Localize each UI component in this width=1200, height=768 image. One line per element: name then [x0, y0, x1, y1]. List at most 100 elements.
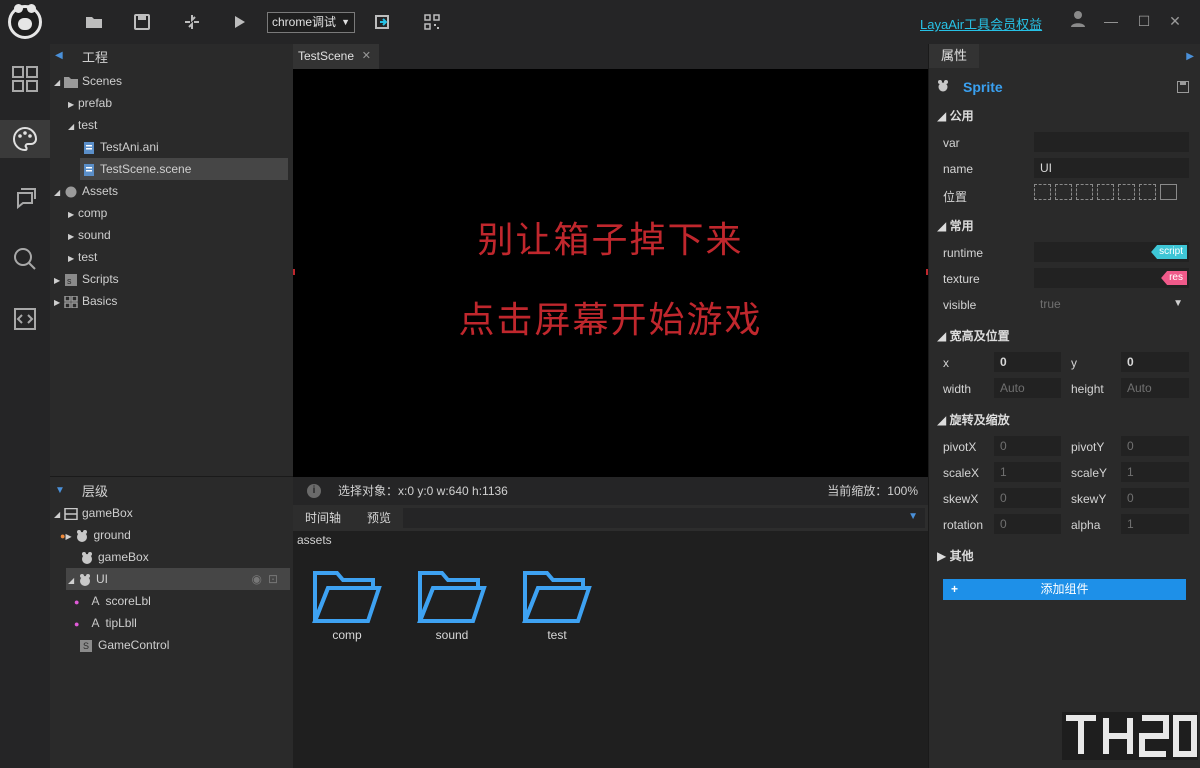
scene-canvas[interactable]: 别让箱子掉下来 点击屏幕开始游戏: [293, 69, 928, 477]
save-button[interactable]: [132, 12, 152, 32]
tab-testscene[interactable]: TestScene ✕: [293, 44, 379, 69]
prop-pivoty-input[interactable]: 0: [1121, 436, 1189, 456]
prop-var-input[interactable]: [1034, 132, 1189, 152]
watermark-logo: [1062, 712, 1198, 760]
prop-x-input[interactable]: 0: [994, 352, 1061, 372]
dot-icon: ●: [74, 619, 80, 629]
rail-search-button[interactable]: [0, 240, 50, 278]
rail-grid-button[interactable]: [0, 60, 50, 98]
prop-rotation-input[interactable]: 0: [994, 514, 1061, 534]
section-other[interactable]: ▶ 其他: [937, 547, 974, 564]
align-left-icon[interactable]: [1034, 184, 1051, 200]
code-icon: [14, 308, 36, 330]
tab-timeline[interactable]: 时间轴: [305, 505, 341, 531]
qrcode-icon: [424, 14, 440, 30]
dropdown-icon[interactable]: ▼: [908, 511, 918, 522]
activity-rail: [0, 44, 50, 768]
prop-pivotx-input[interactable]: 0: [994, 436, 1061, 456]
plus-icon: +: [951, 582, 959, 596]
align-top-icon[interactable]: [1097, 184, 1114, 200]
folder-sound[interactable]: sound: [416, 569, 488, 642]
tree-item-scripts[interactable]: ▶ s Scripts: [54, 268, 119, 290]
bottom-filter-input[interactable]: [403, 508, 925, 528]
prop-rotation-label: rotation: [943, 518, 984, 532]
tree-item-test-assets[interactable]: ▶ test: [68, 246, 97, 268]
play-button[interactable]: [230, 12, 250, 32]
layer-item-ui[interactable]: ◢ UI ◉ ⊡: [66, 568, 290, 590]
tree-item-scenes[interactable]: ◢ Scenes: [54, 70, 122, 92]
user-button[interactable]: [1068, 11, 1088, 31]
section-size-position[interactable]: ◢ 宽高及位置: [937, 327, 1010, 344]
section-transform[interactable]: ◢ 旋转及缩放: [937, 411, 1010, 428]
align-middle-icon[interactable]: [1118, 184, 1135, 200]
chat-icon: [17, 188, 36, 210]
prop-pivoty-label: pivotY: [1071, 440, 1105, 454]
refresh-button[interactable]: [182, 12, 202, 32]
tree-item-basics[interactable]: ▶ Basics: [54, 290, 117, 312]
layer-item-gamebox[interactable]: gameBox: [80, 546, 149, 568]
rail-chat-button[interactable]: [0, 180, 50, 218]
tree-item-sound[interactable]: ▶ sound: [68, 224, 111, 246]
refresh-icon: [185, 15, 199, 29]
debug-target-select[interactable]: chrome调试 ▼: [267, 12, 355, 33]
minimize-button[interactable]: —: [1101, 11, 1121, 31]
prop-skewx-input[interactable]: 0: [994, 488, 1061, 508]
align-center-all-icon[interactable]: [1160, 184, 1177, 200]
folder-test[interactable]: test: [521, 569, 593, 642]
prop-var-label: var: [943, 136, 960, 150]
prop-scaley-input[interactable]: 1: [1121, 462, 1189, 482]
save-icon[interactable]: [1177, 81, 1189, 93]
top-toolbar: chrome调试 ▼ LayaAir工具会员权益 — ☐ ✕: [0, 0, 1200, 44]
folder-comp[interactable]: comp: [311, 569, 383, 642]
prop-scalex-input[interactable]: 1: [994, 462, 1061, 482]
maximize-button[interactable]: ☐: [1134, 11, 1154, 31]
section-frequent[interactable]: ◢ 常用: [937, 217, 974, 234]
sprite-icon: [80, 573, 90, 586]
layer-item-gamebox-root[interactable]: ◢ gameBox: [54, 502, 133, 524]
prop-width-label: width: [943, 382, 972, 396]
close-button[interactable]: ✕: [1165, 11, 1185, 31]
tree-item-test[interactable]: ◢ test: [68, 114, 97, 136]
eye-icon[interactable]: ◉: [252, 568, 262, 590]
tab-preview[interactable]: 预览: [367, 505, 391, 531]
collapse-right-icon[interactable]: ▶: [1186, 51, 1194, 62]
rail-code-button[interactable]: [0, 300, 50, 338]
label-icon: A: [91, 616, 100, 630]
tree-item-prefab[interactable]: ▶ prefab: [68, 92, 112, 114]
align-bottom-icon[interactable]: [1139, 184, 1156, 200]
prop-width-input[interactable]: Auto: [994, 378, 1061, 398]
export-button[interactable]: [372, 12, 392, 32]
tree-item-testani[interactable]: TestAni.ani: [82, 136, 159, 158]
prop-texture-input[interactable]: res: [1034, 268, 1189, 288]
add-component-button[interactable]: + 添加组件: [943, 579, 1186, 600]
section-common[interactable]: ◢ 公用: [937, 107, 974, 124]
prop-name-input[interactable]: UI: [1034, 158, 1189, 178]
palette-icon: [13, 126, 38, 152]
vip-link[interactable]: LayaAir工具会员权益: [920, 14, 1042, 33]
tree-item-comp[interactable]: ▶ comp: [68, 202, 107, 224]
lock-icon[interactable]: ⊡: [268, 568, 278, 590]
prop-alpha-input[interactable]: 1: [1121, 514, 1189, 534]
close-tab-icon[interactable]: ✕: [362, 44, 371, 69]
open-folder-button[interactable]: [84, 12, 104, 32]
qrcode-button[interactable]: [422, 12, 442, 32]
tree-item-assets[interactable]: ◢ Assets: [54, 180, 118, 202]
prop-runtime-input[interactable]: script: [1034, 242, 1189, 262]
layers-panel-title: 层级: [82, 484, 109, 499]
tree-item-testscene[interactable]: TestScene.scene: [80, 158, 288, 180]
layer-item-scorelbl[interactable]: ● AscoreLbl: [74, 590, 151, 612]
prop-height-input[interactable]: Auto: [1121, 378, 1189, 398]
layer-item-tiplbll[interactable]: ● AtipLbll: [74, 612, 137, 634]
layer-item-gamecontrol[interactable]: S GameControl: [80, 634, 169, 656]
align-center-icon[interactable]: [1055, 184, 1072, 200]
prop-skewy-input[interactable]: 0: [1121, 488, 1189, 508]
prop-visible-select[interactable]: true ▼: [1034, 294, 1189, 314]
rail-design-button[interactable]: [0, 120, 50, 158]
prop-skewy-label: skewY: [1071, 492, 1107, 506]
prop-y-input[interactable]: 0: [1121, 352, 1189, 372]
collapse-down-icon[interactable]: ▼: [55, 485, 65, 496]
layer-item-ground[interactable]: ●▶ ground: [60, 524, 131, 546]
prop-name-label: name: [943, 162, 974, 176]
align-right-icon[interactable]: [1076, 184, 1093, 200]
collapse-left-icon[interactable]: ◀: [55, 50, 63, 61]
